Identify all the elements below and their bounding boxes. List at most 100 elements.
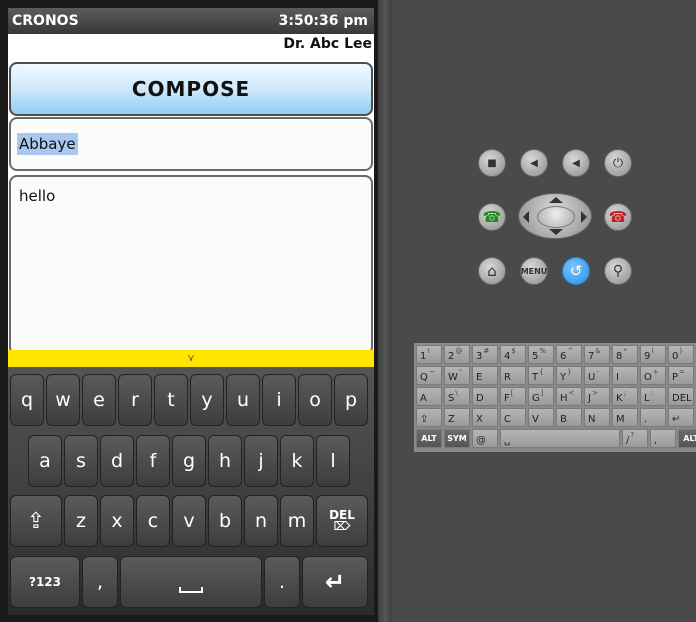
dpad-right-icon[interactable] [581,211,587,223]
call-button[interactable]: ☎ [478,203,506,231]
key-e[interactable]: e [82,374,116,426]
volume-down-button[interactable]: ◀ [520,149,548,177]
camera-button[interactable]: ■ [478,149,506,177]
hw-key-row2-0[interactable]: Q ~ [416,366,442,385]
hw-key-row1-2[interactable]: 3 # [472,345,498,364]
hw-key-row5-5[interactable]: , [650,429,676,448]
key-d[interactable]: d [100,435,134,487]
hw-key-row1-4[interactable]: 5% [528,345,554,364]
hw-key-row1-6[interactable]: 7 & [584,345,610,364]
hw-key-row2-8[interactable]: O + [640,366,666,385]
hw-key-row1-3[interactable]: 4 $ [500,345,526,364]
hw-key-row1-1[interactable]: 2 @ [444,345,470,364]
key-b[interactable]: b [208,495,242,547]
hw-key-row5-6[interactable]: ALT [678,429,696,448]
hw-key-row5-3[interactable]: ␣ [500,429,620,448]
key-r[interactable]: r [118,374,152,426]
dpad-center-button[interactable] [537,206,575,228]
hw-key-shift-label: : [650,389,653,397]
key-p[interactable]: p [334,374,368,426]
hw-key-row5-1[interactable]: SYM [444,429,470,448]
symbols-key[interactable]: ?123 [10,556,80,608]
dpad-left-icon[interactable] [523,211,529,223]
space-key[interactable] [120,556,262,608]
hw-key-row4-0[interactable]: ⇪ [416,408,442,427]
key-m[interactable]: m [280,495,314,547]
key-a[interactable]: a [28,435,62,487]
hw-key-row2-1[interactable]: W " [444,366,470,385]
hw-key-row4-1[interactable]: Z [444,408,470,427]
menu-button[interactable]: MENU [520,257,548,285]
hw-key-row2-7[interactable]: I [612,366,638,385]
hw-key-row4-5[interactable]: B [556,408,582,427]
hw-key-row3-5[interactable]: H < [556,387,582,406]
message-field[interactable]: hello [9,175,373,355]
hw-key-row3-1[interactable]: S \ [444,387,470,406]
dpad-down-icon[interactable] [549,229,563,235]
hw-key-row4-4[interactable]: V [528,408,554,427]
key-f[interactable]: f [136,435,170,487]
hw-key-row3-3[interactable]: F[ [500,387,526,406]
hw-key-row2-2[interactable]: E [472,366,498,385]
key-w[interactable]: w [46,374,80,426]
hw-key-row4-9[interactable]: ↵ [668,408,694,427]
end-call-button[interactable]: ☎ [604,203,632,231]
hw-key-row1-7[interactable]: 8 * [612,345,638,364]
hw-key-row5-2[interactable]: @ [472,429,498,448]
dpad-up-icon[interactable] [549,197,563,203]
hw-key-row5-4[interactable]: /? [622,429,648,448]
hw-key-row3-7[interactable]: K; [612,387,638,406]
hw-key-row2-9[interactable]: P = [668,366,694,385]
hw-key-row2-5[interactable]: Y} [556,366,582,385]
key-g[interactable]: g [172,435,206,487]
hw-key-row2-6[interactable]: U- [584,366,610,385]
period-key[interactable]: . [264,556,300,608]
key-h[interactable]: h [208,435,242,487]
volume-up-button[interactable]: ◀ [562,149,590,177]
hw-key-row3-8[interactable]: L: [640,387,666,406]
hw-key-row2-3[interactable]: R [500,366,526,385]
key-v[interactable]: v [172,495,206,547]
hw-key-row3-0[interactable]: A [416,387,442,406]
hw-key-row5-0[interactable]: ALT [416,429,442,448]
key-t[interactable]: t [154,374,188,426]
hw-key-row2-4[interactable]: T{ [528,366,554,385]
key-o[interactable]: o [298,374,332,426]
key-q[interactable]: q [10,374,44,426]
hw-key-row3-4[interactable]: G] [528,387,554,406]
recipient-field[interactable]: Abbaye [9,117,373,171]
key-y[interactable]: y [190,374,224,426]
key-c[interactable]: c [136,495,170,547]
hw-key-row1-8[interactable]: 9( [640,345,666,364]
hw-key-row1-0[interactable]: 1! [416,345,442,364]
hw-key-row4-2[interactable]: X [472,408,498,427]
power-button[interactable]: ⏻ [604,149,632,177]
hw-key-row1-9[interactable]: 0) [668,345,694,364]
key-x[interactable]: x [100,495,134,547]
comma-key[interactable]: , [82,556,118,608]
key-u[interactable]: u [226,374,260,426]
key-s[interactable]: s [64,435,98,487]
delete-key[interactable]: DEL ⌦ [316,495,368,547]
key-i[interactable]: i [262,374,296,426]
hw-key-row3-2[interactable]: D [472,387,498,406]
home-button[interactable]: ⌂ [478,257,506,285]
back-button[interactable]: ↺ [562,257,590,285]
hw-key-row4-6[interactable]: N [584,408,610,427]
hw-key-row4-3[interactable]: C [500,408,526,427]
shift-key[interactable]: ⇪ [10,495,62,547]
key-k[interactable]: k [280,435,314,487]
hw-key-row1-5[interactable]: 6 ^ [556,345,582,364]
hw-key-row3-9[interactable]: DEL [668,387,694,406]
hw-key-row4-7[interactable]: M [612,408,638,427]
key-n[interactable]: n [244,495,278,547]
key-l[interactable]: l [316,435,350,487]
keyboard-collapse-handle[interactable]: ⋎ [8,350,374,367]
dpad[interactable] [518,193,592,239]
key-j[interactable]: j [244,435,278,487]
enter-key[interactable]: ↵ [302,556,368,608]
key-z[interactable]: z [64,495,98,547]
search-button[interactable]: ⚲ [604,257,632,285]
hw-key-row3-6[interactable]: J > [584,387,610,406]
hw-key-row4-8[interactable]: . [640,408,666,427]
